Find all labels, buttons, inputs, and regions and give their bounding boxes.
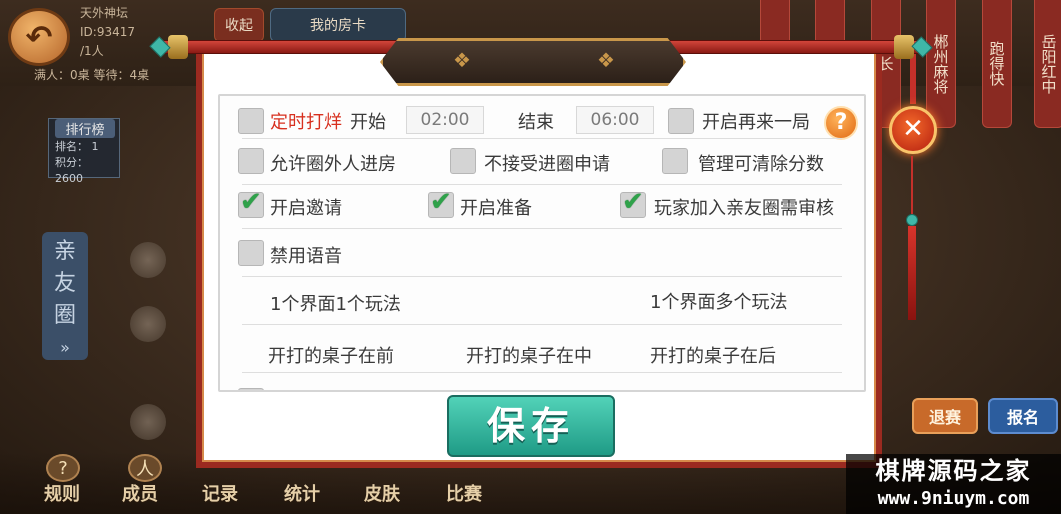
timed-close-checkbox[interactable] — [238, 108, 264, 134]
watermark-title: 棋牌源码之家 — [875, 457, 1032, 485]
close-icon: ✕ — [902, 114, 924, 144]
signup-button[interactable]: 报名 — [988, 398, 1058, 434]
table-icon — [130, 242, 166, 278]
tassel-bead — [906, 214, 918, 226]
nav-members[interactable]: 成员 — [122, 480, 158, 506]
nav-statistics[interactable]: 统计 — [284, 480, 320, 506]
emblem-icon: ❖ — [453, 48, 471, 72]
ranking-title: 排行榜 — [55, 119, 115, 138]
enable-invite-checkbox[interactable] — [238, 187, 264, 218]
multi-game-per-screen-option[interactable]: 1个界面多个玩法 — [650, 288, 787, 314]
play-again-label: 开启再来一局 — [702, 112, 810, 133]
table-icon — [130, 404, 166, 440]
reject-join-checkbox[interactable] — [450, 148, 476, 174]
rod-cap — [168, 35, 188, 59]
divider — [242, 138, 842, 139]
start-time-label: 开始 — [350, 112, 386, 133]
hidden-checkbox[interactable] — [238, 388, 264, 390]
one-game-per-screen-option[interactable]: 1个界面1个玩法 — [270, 290, 401, 316]
back-button[interactable]: ↶ — [8, 8, 70, 66]
end-time-label: 结束 — [518, 112, 554, 133]
enable-ready-label: 开启准备 — [460, 198, 532, 219]
join-review-label: 玩家加入亲友圈需审核 — [654, 198, 834, 219]
divider — [242, 228, 842, 229]
settings-panel[interactable]: 定时打烊 开始 02:00 结束 06:00 开启再来一局 ? 允许圈外人进房 … — [218, 94, 866, 392]
open-table-front-option[interactable]: 开打的桌子在前 — [268, 342, 394, 368]
friends-tab-char: 亲 — [53, 239, 76, 264]
quit-match-button[interactable]: 退赛 — [912, 398, 978, 434]
user-icon: 人 — [128, 454, 162, 482]
disable-voice-label: 禁用语音 — [270, 246, 342, 267]
nav-records[interactable]: 记录 — [202, 480, 238, 506]
nav-rules[interactable]: 规则 — [44, 480, 80, 506]
fold-button[interactable]: 收起 — [214, 8, 264, 42]
club-id: ID:93417 — [80, 25, 135, 39]
room-card-button[interactable]: 我的房卡 — [270, 8, 406, 42]
nav-matches[interactable]: 比赛 — [446, 480, 482, 506]
rod-cap — [894, 35, 914, 59]
club-member-count: /1人 — [80, 44, 104, 58]
close-button[interactable]: ✕ — [889, 106, 937, 154]
watermark-url: www.9niuym.com — [877, 488, 1030, 509]
allow-outsiders-label: 允许圈外人进房 — [270, 154, 396, 175]
enable-invite-label: 开启邀请 — [270, 198, 342, 219]
admin-clear-score-checkbox[interactable] — [662, 148, 688, 174]
help-circle-icon: ? — [46, 454, 80, 482]
club-stats: 满人：0桌 等待：4桌 — [34, 68, 150, 82]
double-chevron-icon: » — [60, 338, 70, 357]
club-name: 天外神坛 — [80, 6, 129, 20]
club-info: 天外神坛 ID:93417 /1人 — [80, 4, 135, 61]
join-review-checkbox[interactable] — [620, 187, 646, 218]
tassel — [908, 226, 916, 320]
table-icon — [130, 306, 166, 342]
timed-close-label: 定时打烊 — [270, 112, 342, 133]
nav-skins[interactable]: 皮肤 — [364, 480, 400, 506]
divider — [242, 324, 842, 325]
divider — [242, 184, 842, 185]
tassel-cord — [911, 156, 913, 216]
open-table-middle-option[interactable]: 开打的桌子在中 — [466, 342, 592, 368]
save-button[interactable]: 保存 — [447, 395, 615, 457]
back-arrow-icon: ↶ — [25, 18, 53, 56]
friends-circle-tab[interactable]: 亲 友 圈 » — [42, 232, 88, 360]
divider — [242, 372, 842, 373]
admin-clear-score-label: 管理可清除分数 — [698, 154, 824, 175]
reject-join-label: 不接受进圈申请 — [484, 154, 610, 175]
open-table-back-option[interactable]: 开打的桌子在后 — [650, 342, 776, 368]
help-icon[interactable]: ? — [824, 106, 858, 140]
game-tab-chenzhou-mahjong[interactable]: 郴州麻将 — [926, 0, 956, 128]
dialog-title-plate — [380, 38, 686, 86]
game-tab-paodekuai[interactable]: 跑得快 — [982, 0, 1012, 128]
end-time-input[interactable]: 06:00 — [576, 106, 654, 134]
divider — [242, 276, 842, 277]
friends-tab-char: 友 — [53, 271, 76, 296]
ranking-rank: 排名： 1 — [55, 140, 99, 153]
ranking-score: 积分：2600 — [55, 156, 88, 185]
game-tab-yueyang-hongzhong[interactable]: 岳阳红中 — [1034, 0, 1061, 128]
start-time-input[interactable]: 02:00 — [406, 106, 484, 134]
emblem-icon: ❖ — [597, 48, 615, 72]
friends-tab-char: 圈 — [53, 303, 76, 328]
watermark: 棋牌源码之家 www.9niuym.com — [846, 454, 1061, 514]
allow-outsiders-checkbox[interactable] — [238, 148, 264, 174]
play-again-checkbox[interactable] — [668, 108, 694, 134]
disable-voice-checkbox[interactable] — [238, 240, 264, 266]
enable-ready-checkbox[interactable] — [428, 187, 454, 218]
